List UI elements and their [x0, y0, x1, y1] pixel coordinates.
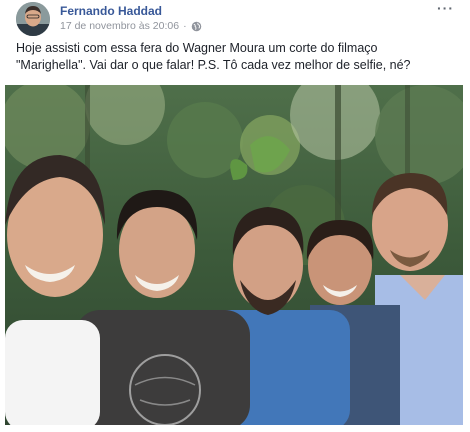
- author-avatar[interactable]: [16, 2, 50, 36]
- post-text-line: "Marighella". Vai dar o que falar! P.S. …: [16, 58, 411, 72]
- post-text-line: Hoje assisti com essa fera do Wagner Mou…: [16, 41, 378, 55]
- facebook-post: Fernando Haddad 17 de novembro às 20:06 …: [0, 0, 470, 432]
- globe-icon[interactable]: [191, 21, 202, 32]
- post-text: Hoje assisti com essa fera do Wagner Mou…: [16, 40, 456, 74]
- post-photo[interactable]: [5, 85, 463, 425]
- selfie-photo: [5, 85, 463, 425]
- post-meta: 17 de novembro às 20:06 ·: [60, 20, 202, 32]
- more-options-icon[interactable]: ···: [437, 0, 454, 16]
- author-name-link[interactable]: Fernando Haddad: [60, 4, 162, 18]
- post-timestamp[interactable]: 17 de novembro às 20:06: [60, 20, 179, 32]
- avatar-image: [16, 2, 50, 36]
